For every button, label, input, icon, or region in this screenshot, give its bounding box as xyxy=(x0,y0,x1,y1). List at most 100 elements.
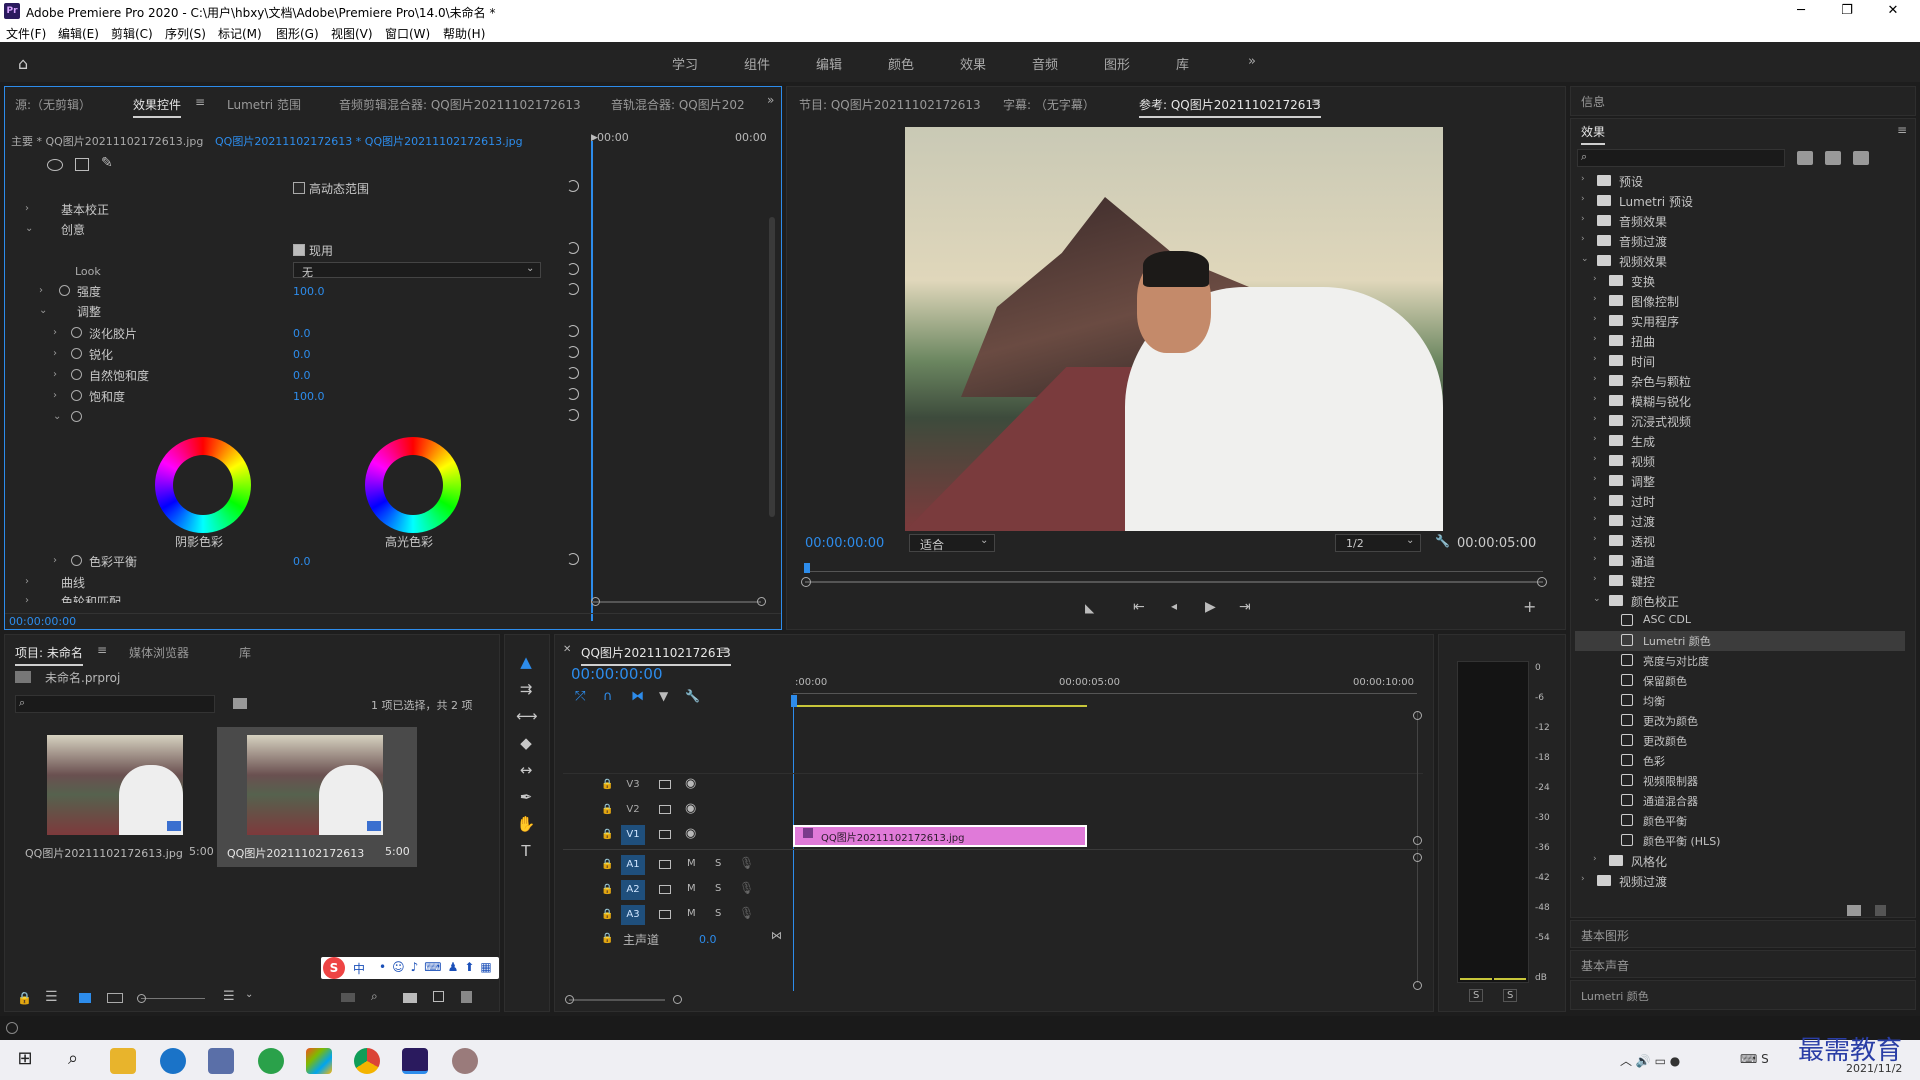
app-icon[interactable] xyxy=(306,1048,332,1074)
track-select-tool-icon[interactable]: ⇉ xyxy=(516,680,536,700)
workspace-audio[interactable]: 音频 xyxy=(1032,54,1058,73)
scroll-handle-right[interactable] xyxy=(673,995,682,1004)
solo-right-button[interactable]: S xyxy=(1503,989,1518,1002)
reset-icon[interactable] xyxy=(567,180,579,192)
sync-lock-icon[interactable] xyxy=(659,830,671,839)
sort-icon[interactable]: ☰ xyxy=(223,989,235,1004)
track-v2-label[interactable]: V2 xyxy=(621,800,645,820)
lock-icon[interactable]: 🔒 xyxy=(601,884,613,895)
expand-icon[interactable]: › xyxy=(1581,234,1585,244)
effects-tree-item[interactable]: › 风格化 xyxy=(1575,851,1905,871)
workspace-graphics[interactable]: 图形 xyxy=(1104,54,1130,73)
ripple-edit-tool-icon[interactable]: ⟷ xyxy=(516,707,538,727)
tab-libraries[interactable]: 库 xyxy=(239,644,251,661)
stopwatch-icon[interactable] xyxy=(71,555,82,566)
more-workspaces-icon[interactable]: » xyxy=(1248,54,1256,69)
solo-button[interactable]: S xyxy=(715,883,721,894)
expand-icon[interactable]: › xyxy=(1593,474,1597,484)
vertical-scrollbar[interactable] xyxy=(1417,711,1418,983)
close-tab-icon[interactable]: ✕ xyxy=(563,644,571,655)
razor-tool-icon[interactable]: ◆ xyxy=(516,734,536,754)
playhead-timecode[interactable]: 00:00:00:00 xyxy=(805,536,884,551)
effects-tree-item[interactable]: 通道混合器 xyxy=(1575,791,1905,811)
track-v1-label[interactable]: V1 xyxy=(621,825,645,845)
sync-lock-icon[interactable] xyxy=(659,910,671,919)
mute-button[interactable]: M xyxy=(687,908,696,919)
track-a1-label[interactable]: A1 xyxy=(621,855,645,875)
lock-icon[interactable]: 🔒 xyxy=(601,933,613,944)
tab-media-browser[interactable]: 媒体浏览器 xyxy=(129,644,189,661)
solo-button[interactable]: S xyxy=(715,908,721,919)
collapse-icon[interactable]: ⌄ xyxy=(53,411,61,422)
eye-icon[interactable]: ◉ xyxy=(685,826,696,841)
windows-start-icon[interactable]: ⊞ xyxy=(12,1048,38,1074)
go-to-out-icon[interactable]: ⇥ xyxy=(1239,599,1251,615)
effect-controls-timecode[interactable]: 00:00:00:00 xyxy=(9,615,76,628)
microphone-icon[interactable]: 🎙 xyxy=(739,881,754,895)
delete-icon[interactable] xyxy=(461,991,472,1003)
workspace-learn[interactable]: 学习 xyxy=(672,54,698,73)
expand-icon[interactable]: › xyxy=(1593,414,1597,424)
effects-search-input[interactable]: ⌕ xyxy=(1577,149,1785,167)
expand-icon[interactable]: › xyxy=(1593,454,1597,464)
effects-tree-item[interactable]: 更改为颜色 xyxy=(1575,711,1905,731)
panel-menu-icon[interactable]: ≡ xyxy=(1311,95,1321,109)
sync-lock-icon[interactable] xyxy=(659,885,671,894)
effects-tree-item[interactable]: › 杂色与颗粒 xyxy=(1575,371,1905,391)
workspace-assembly[interactable]: 组件 xyxy=(744,54,770,73)
time-ruler[interactable] xyxy=(805,571,1543,572)
snap-icon[interactable]: ∩ xyxy=(603,689,613,704)
go-to-edit-icon[interactable]: ⋈ xyxy=(771,929,782,942)
tab-sequence[interactable]: QQ图片20211102172613 xyxy=(581,644,731,666)
reset-icon[interactable] xyxy=(567,553,579,565)
reset-icon[interactable] xyxy=(567,283,579,295)
expand-icon[interactable]: › xyxy=(53,555,57,566)
sharpen-value[interactable]: 0.0 xyxy=(293,348,311,361)
adjust-section[interactable]: 调整 xyxy=(77,303,101,320)
vertical-scrollbar[interactable] xyxy=(769,217,775,517)
workspace-color[interactable]: 颜色 xyxy=(888,54,914,73)
lock-icon[interactable]: 🔒 xyxy=(601,909,613,920)
ime-toolbar[interactable]: S 中 •☺♪⌨♟⬆▦ xyxy=(321,957,499,979)
new-item-icon[interactable] xyxy=(433,991,444,1002)
lock-icon[interactable]: 🔒 xyxy=(601,804,613,815)
automate-icon[interactable] xyxy=(341,993,355,1002)
scroll-handle-right[interactable] xyxy=(757,597,766,606)
collapse-icon[interactable]: ⌄ xyxy=(1593,594,1601,604)
eye-icon[interactable]: ◉ xyxy=(685,801,696,816)
expand-icon[interactable]: › xyxy=(1581,214,1585,224)
add-marker-icon[interactable]: ▼ xyxy=(659,689,668,703)
effects-tree-item[interactable]: › 时间 xyxy=(1575,351,1905,371)
pen-tool-icon[interactable]: ✒ xyxy=(516,788,536,808)
find-bin-icon[interactable] xyxy=(233,698,247,709)
effects-title[interactable]: 效果 xyxy=(1581,123,1606,145)
expand-icon[interactable]: › xyxy=(1593,274,1597,284)
app-icon[interactable] xyxy=(208,1048,234,1074)
stopwatch-icon[interactable] xyxy=(71,411,82,422)
effects-tree-item[interactable]: › 过时 xyxy=(1575,491,1905,511)
collapse-icon[interactable]: ⌄ xyxy=(25,223,33,234)
search-icon[interactable]: ⌕ xyxy=(60,1048,86,1074)
menu-sequence[interactable]: 序列(S) xyxy=(165,25,206,42)
chrome-browser-icon[interactable] xyxy=(354,1048,380,1074)
timeline-timecode[interactable]: 00:00:00:00 xyxy=(571,665,663,683)
track-a2-label[interactable]: A2 xyxy=(621,880,645,900)
wrench-icon[interactable]: 🔧 xyxy=(1435,534,1450,548)
effects-tree-item[interactable]: › 视频过渡 xyxy=(1575,871,1905,891)
32bit-effects-icon[interactable] xyxy=(1825,151,1841,165)
effects-tree-item[interactable]: › 实用程序 xyxy=(1575,311,1905,331)
menu-edit[interactable]: 编辑(E) xyxy=(58,25,99,42)
close-icon[interactable]: ✕ xyxy=(1870,0,1916,22)
sync-lock-icon[interactable] xyxy=(659,780,671,789)
effects-tree-item[interactable]: 色彩 xyxy=(1575,751,1905,771)
tab-source[interactable]: 源:（无剪辑） xyxy=(15,96,91,113)
effects-tree-item[interactable]: 颜色平衡 xyxy=(1575,811,1905,831)
tab-lumetri-scopes[interactable]: Lumetri 范围 xyxy=(227,96,301,113)
zoom-scrollbar[interactable] xyxy=(805,581,1543,583)
expand-icon[interactable]: › xyxy=(1593,354,1597,364)
effects-tree-item[interactable]: › 音频效果 xyxy=(1575,211,1905,231)
project-item-sequence[interactable]: QQ图片20211102172613 5:00 xyxy=(217,727,417,867)
tab-audio-track-mixer[interactable]: 音轨混合器: QQ图片202 xyxy=(611,96,745,113)
creative-section[interactable]: 创意 xyxy=(61,221,85,238)
scroll-handle[interactable] xyxy=(1413,836,1422,845)
